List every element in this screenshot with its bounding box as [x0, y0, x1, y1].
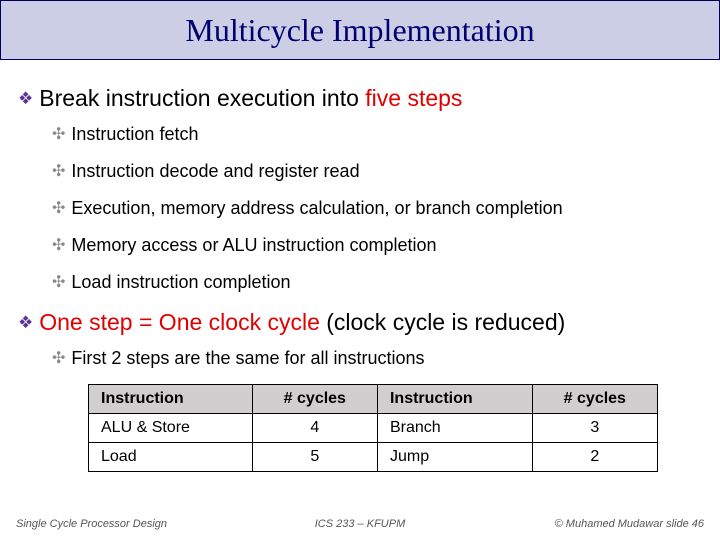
maltese-bullet-icon: ✣: [52, 350, 65, 367]
maltese-bullet-icon: ✣: [52, 126, 65, 143]
bullet-2a-text: First 2 steps are the same for all instr…: [71, 348, 424, 368]
bullet-1a-text: Instruction fetch: [71, 124, 198, 144]
table-cell: Jump: [377, 442, 532, 471]
diamond-bullet-icon: ❖: [18, 313, 33, 332]
slide-title: Multicycle Implementation: [185, 12, 534, 49]
table-header-row: Instruction # cycles Instruction # cycle…: [89, 384, 658, 413]
table-cell: Branch: [377, 413, 532, 442]
bullet-2a: ✣ First 2 steps are the same for all inst…: [52, 347, 702, 370]
bullet-1e-text: Load instruction completion: [71, 272, 290, 292]
table-header: Instruction: [377, 384, 532, 413]
table-header: # cycles: [532, 384, 657, 413]
bullet-2-suffix: (clock cycle is reduced): [320, 309, 565, 335]
table-cell: 2: [532, 442, 657, 471]
table-row: Load 5 Jump 2: [89, 442, 658, 471]
bullet-1-text: Break instruction execution into: [39, 85, 365, 111]
bullet-1-highlight: five steps: [365, 85, 462, 111]
footer-center: ICS 233 – KFUPM: [245, 518, 474, 530]
footer-right: © Muhamed Mudawar slide 46: [475, 518, 704, 530]
table-header: Instruction: [89, 384, 253, 413]
table-cell: 4: [252, 413, 377, 442]
footer: Single Cycle Processor Design ICS 233 – …: [0, 518, 720, 530]
bullet-1a: ✣ Instruction fetch: [52, 123, 702, 146]
table-row: ALU & Store 4 Branch 3: [89, 413, 658, 442]
table-cell: 5: [252, 442, 377, 471]
table-header: # cycles: [252, 384, 377, 413]
bullet-2: ❖ One step = One clock cycle (clock cycle…: [18, 308, 702, 337]
title-bar: Multicycle Implementation: [0, 0, 720, 60]
bullet-2-highlight: One step = One clock cycle: [39, 309, 320, 335]
footer-left: Single Cycle Processor Design: [16, 518, 245, 530]
maltese-bullet-icon: ✣: [52, 163, 65, 180]
cycles-table: Instruction # cycles Instruction # cycle…: [88, 384, 658, 472]
bullet-1e: ✣ Load instruction completion: [52, 271, 702, 294]
bullet-1: ❖ Break instruction execution into five s…: [18, 84, 702, 113]
bullet-1c-text: Execution, memory address calculation, o…: [71, 198, 562, 218]
bullet-1d: ✣ Memory access or ALU instruction comple…: [52, 234, 702, 257]
table-cell: ALU & Store: [89, 413, 253, 442]
maltese-bullet-icon: ✣: [52, 237, 65, 254]
bullet-1d-text: Memory access or ALU instruction complet…: [71, 235, 436, 255]
bullet-1b: ✣ Instruction decode and register read: [52, 160, 702, 183]
maltese-bullet-icon: ✣: [52, 200, 65, 217]
maltese-bullet-icon: ✣: [52, 274, 65, 291]
table-cell: 3: [532, 413, 657, 442]
bullet-1c: ✣ Execution, memory address calculation, …: [52, 197, 702, 220]
slide-content: ❖ Break instruction execution into five s…: [0, 60, 720, 472]
table-cell: Load: [89, 442, 253, 471]
diamond-bullet-icon: ❖: [18, 89, 33, 108]
bullet-1b-text: Instruction decode and register read: [71, 161, 359, 181]
